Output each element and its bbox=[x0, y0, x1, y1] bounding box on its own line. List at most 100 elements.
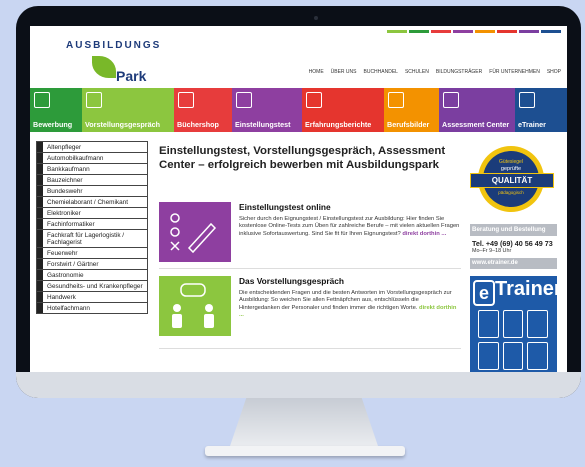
tab-assessment-center[interactable]: Assessment Center bbox=[439, 88, 515, 132]
group-icon bbox=[443, 92, 459, 108]
sidebar-item[interactable]: Bauzeichner bbox=[36, 175, 148, 186]
color-bar-segment bbox=[541, 30, 561, 33]
color-bar-segment bbox=[409, 30, 429, 33]
card-text: Die entscheidenden Fragen und die besten… bbox=[239, 290, 461, 320]
app-tile-icon bbox=[478, 310, 499, 338]
consulting-heading: Beratung und Bestellung bbox=[470, 224, 557, 236]
etrainer-title: Trainer bbox=[495, 278, 562, 300]
etrainer-e-icon: e bbox=[473, 280, 495, 306]
sidebar-item[interactable]: Hotelfachmann bbox=[36, 303, 148, 314]
app-tile-icon bbox=[478, 342, 499, 370]
card-vorstellungsgespraech[interactable]: Das Vorstellungsgespräch Die entscheiden… bbox=[159, 276, 461, 338]
app-tile-icon bbox=[527, 310, 548, 338]
sidebar-item[interactable]: Gesundheits- und Krankenpfleger bbox=[36, 281, 148, 292]
tab-label: Einstellungstest bbox=[235, 120, 291, 129]
sidebar-item[interactable]: Feuerwehr bbox=[36, 248, 148, 259]
main-content: Einstellungstest, Vorstellungsgespräch, … bbox=[159, 144, 461, 349]
color-bar bbox=[387, 30, 561, 33]
nav-home[interactable]: HOME bbox=[309, 69, 324, 75]
document-icon bbox=[306, 92, 322, 108]
app-grid-icon bbox=[478, 310, 548, 370]
nav-schulen[interactable]: SCHULEN bbox=[405, 69, 429, 75]
sidebar-item[interactable]: Handwerk bbox=[36, 292, 148, 303]
tab-bewerbung[interactable]: Bewerbung bbox=[30, 88, 82, 132]
page-headline: Einstellungstest, Vorstellungsgespräch, … bbox=[159, 145, 446, 171]
nav-shop[interactable]: SHOP bbox=[547, 69, 561, 75]
etrainer-banner[interactable]: e Trainer bbox=[470, 276, 562, 376]
application-icon bbox=[34, 92, 50, 108]
monitor-foot bbox=[205, 446, 405, 456]
book-icon bbox=[178, 92, 194, 108]
etrainer-url[interactable]: www.etrainer.de bbox=[470, 258, 557, 269]
tab-einstellungstest[interactable]: Einstellungstest bbox=[232, 88, 302, 132]
color-bar-segment bbox=[475, 30, 495, 33]
card-thumbnail bbox=[159, 202, 231, 262]
logo-park: Park bbox=[116, 68, 147, 84]
people-icon bbox=[86, 92, 102, 108]
tab-etrainer[interactable]: eTrainer bbox=[515, 88, 567, 132]
color-bar-segment bbox=[519, 30, 539, 33]
opening-hours: Mo–Fr 9–18 Uhr bbox=[472, 248, 512, 254]
card-more-link[interactable]: direkt dorthin ... bbox=[402, 231, 446, 237]
app-tile-icon bbox=[502, 342, 524, 370]
tab-label: Berufsbilder bbox=[387, 120, 430, 129]
card-title: Das Vorstellungsgespräch bbox=[239, 276, 345, 286]
sidebar-item[interactable]: Bankkaufmann bbox=[36, 164, 148, 175]
card-thumbnail bbox=[159, 276, 231, 336]
color-bar-segment bbox=[387, 30, 407, 33]
sidebar-item[interactable]: Gastronomie bbox=[36, 270, 148, 281]
sidebar-item[interactable]: Automobilkaufmann bbox=[36, 153, 148, 164]
sidebar-item[interactable]: Elektroniker bbox=[36, 208, 148, 219]
sidebar-item[interactable]: Chemielaborant / Chemikant bbox=[36, 197, 148, 208]
website-screen: AUSBILDUNGS Park HOME ÜBER UNS BUCHHANDE… bbox=[30, 26, 567, 376]
tab-label: eTrainer bbox=[518, 120, 546, 129]
card-text: Sicher durch den Eignungstest / Einstell… bbox=[239, 216, 461, 238]
checklist-pencil-icon bbox=[170, 213, 217, 254]
logo-word: AUSBILDUNGS bbox=[66, 40, 162, 51]
card-title: Einstellungstest online bbox=[239, 202, 331, 212]
top-navigation: HOME ÜBER UNS BUCHHANDEL SCHULEN BILDUNG… bbox=[309, 69, 561, 75]
sidebar-item[interactable]: Fachkraft für Lagerlogistik / Fachlageri… bbox=[36, 230, 148, 248]
tab-label: Assessment Center bbox=[442, 120, 510, 129]
tab-label: Büchershop bbox=[177, 120, 219, 129]
tab-label: Bewerbung bbox=[33, 120, 73, 129]
sidebar-item[interactable]: Altenpfleger bbox=[36, 141, 148, 153]
leaf-icon bbox=[92, 56, 116, 78]
seal-mid-text: geprüfte bbox=[500, 166, 522, 172]
phone-number[interactable]: Tel. +49 (69) 40 56 49 73 bbox=[472, 239, 553, 248]
app-tile-icon bbox=[502, 310, 524, 338]
tab-buechershop[interactable]: Büchershop bbox=[174, 88, 232, 132]
tab-label: Vorstellungsgespräch bbox=[85, 120, 160, 129]
color-bar-segment bbox=[497, 30, 517, 33]
sidebar-item[interactable]: Bundeswehr bbox=[36, 186, 148, 197]
category-tabs: Bewerbung Vorstellungsgespräch Büchersho… bbox=[30, 88, 567, 132]
nav-buchhandel[interactable]: BUCHHANDEL bbox=[364, 69, 398, 75]
nav-ueber-uns[interactable]: ÜBER UNS bbox=[331, 69, 357, 75]
color-bar-segment bbox=[431, 30, 451, 33]
divider bbox=[159, 268, 461, 269]
sidebar-item[interactable]: Forstwirt / Gärtner bbox=[36, 259, 148, 270]
app-tile-icon bbox=[527, 342, 548, 370]
card-einstellungstest[interactable]: Einstellungstest online Sicher durch den… bbox=[159, 202, 461, 264]
tab-label: Erfahrungsberichte bbox=[305, 120, 372, 129]
checklist-icon bbox=[236, 92, 252, 108]
tools-icon bbox=[388, 92, 404, 108]
monitor-frame: AUSBILDUNGS Park HOME ÜBER UNS BUCHHANDE… bbox=[16, 6, 581, 398]
color-bar-segment bbox=[453, 30, 473, 33]
profession-sidebar: Altenpfleger Automobilkaufmann Bankkaufm… bbox=[36, 141, 148, 314]
seal-ribbon: QUALITÄT bbox=[470, 173, 554, 188]
camera-dot bbox=[314, 16, 318, 20]
tab-berufsbilder[interactable]: Berufsbilder bbox=[384, 88, 439, 132]
nav-bildungstraeger[interactable]: BILDUNGSTRÄGER bbox=[436, 69, 482, 75]
seal-bottom-text: pädagogisch bbox=[498, 190, 524, 195]
seal-top-text: Gütesiegel bbox=[499, 159, 523, 165]
divider bbox=[159, 348, 461, 349]
monitor-stand bbox=[228, 398, 380, 452]
tab-vorstellungsgespraech[interactable]: Vorstellungsgespräch bbox=[82, 88, 174, 132]
monitor-chin bbox=[16, 372, 581, 398]
nav-fuer-unternehmen[interactable]: FÜR UNTERNEHMEN bbox=[489, 69, 540, 75]
conversation-icon bbox=[172, 283, 214, 328]
sidebar-item[interactable]: Fachinformatiker bbox=[36, 219, 148, 230]
etrainer-icon bbox=[519, 92, 535, 108]
tab-erfahrungsberichte[interactable]: Erfahrungsberichte bbox=[302, 88, 384, 132]
